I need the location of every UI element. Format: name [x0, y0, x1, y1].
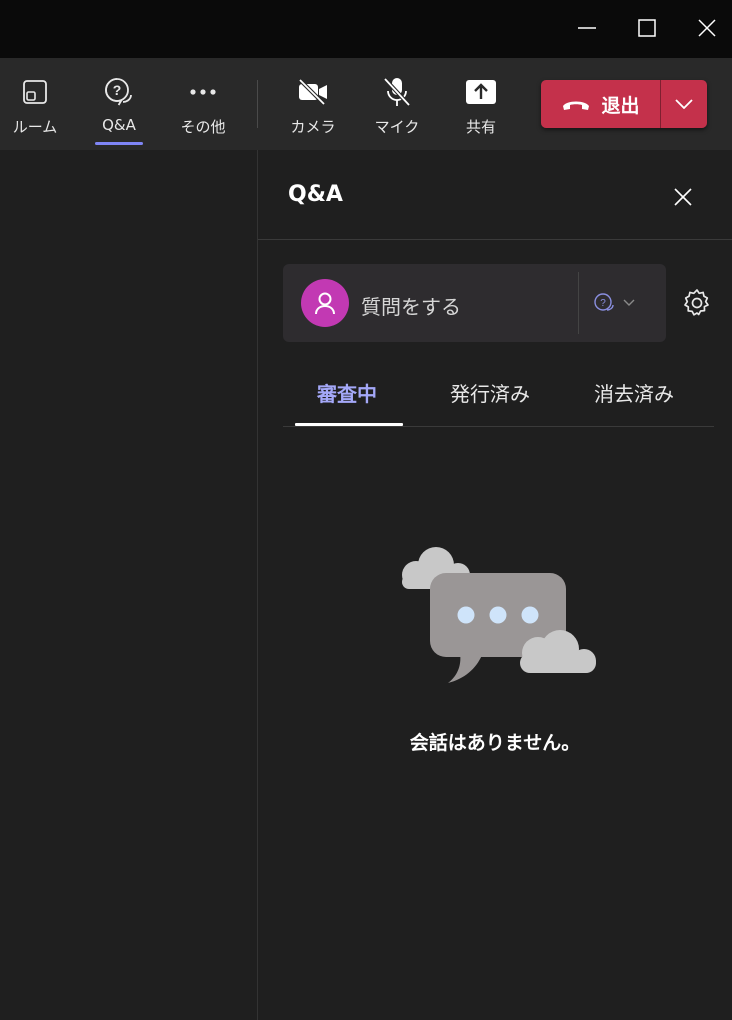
mic-label: マイク [374, 118, 420, 136]
panel-close-button[interactable] [666, 180, 700, 214]
empty-conversation-illustration [402, 547, 596, 683]
tab-pending[interactable]: 審査中 [317, 378, 377, 407]
leave-label: 退出 [601, 94, 640, 117]
qa-panel: Q&A 質問をする ? 審査中 発行済み 消去済み 会話はありません。 [258, 150, 732, 1020]
close-icon [674, 188, 692, 206]
question-bubble-icon: ? [594, 293, 614, 311]
svg-text:?: ? [113, 82, 122, 98]
settings-button[interactable] [681, 287, 713, 319]
title-bar [0, 0, 732, 58]
svg-text:?: ? [600, 298, 606, 309]
tab-dismissed[interactable]: 消去済み [594, 378, 674, 407]
more-icon [190, 89, 216, 95]
camera-label: カメラ [290, 118, 336, 136]
room-icon [23, 80, 47, 104]
more-label: その他 [180, 118, 226, 136]
mic-off-icon [383, 77, 411, 107]
share-label: 共有 [465, 118, 496, 136]
gear-icon [684, 289, 709, 316]
qa-label: Q&A [102, 116, 136, 134]
more-button[interactable]: その他 [173, 58, 233, 150]
panel-header: Q&A [258, 150, 732, 240]
room-button[interactable]: ルーム [5, 58, 65, 150]
room-label: ルーム [12, 118, 58, 136]
meeting-toolbar: ルーム ? Q&A その他 カメラ マイク 共有 退出 [0, 58, 732, 150]
tab-published[interactable]: 発行済み [450, 378, 530, 407]
qa-icon: ? [105, 78, 132, 106]
close-icon [698, 19, 716, 37]
hang-up-icon [563, 101, 590, 110]
chevron-down-icon [675, 99, 693, 109]
toolbar-divider [257, 80, 258, 128]
ask-box-separator [578, 272, 579, 334]
window-close-button[interactable] [687, 8, 727, 48]
camera-off-icon [298, 78, 327, 106]
qa-button[interactable]: ? Q&A [89, 58, 149, 150]
share-button[interactable]: 共有 [451, 58, 511, 150]
leave-options-button[interactable] [661, 80, 707, 128]
empty-state-message: 会話はありません。 [409, 732, 581, 754]
active-tab-indicator [295, 423, 403, 426]
active-tool-indicator [95, 142, 143, 145]
mic-button[interactable]: マイク [367, 58, 427, 150]
chevron-down-icon [623, 299, 635, 306]
maximize-button[interactable] [627, 8, 667, 48]
maximize-icon [638, 19, 656, 37]
meeting-stage [0, 150, 257, 1020]
minimize-icon [578, 27, 596, 29]
question-type-dropdown[interactable]: ? [593, 288, 653, 318]
leave-button[interactable]: 退出 [541, 80, 707, 128]
share-screen-icon [466, 80, 496, 104]
question-tabs: 審査中 発行済み 消去済み [283, 362, 714, 427]
panel-title: Q&A [288, 182, 343, 207]
ask-question-box[interactable]: 質問をする ? [283, 264, 666, 342]
minimize-button[interactable] [567, 8, 607, 48]
avatar [301, 279, 349, 327]
ask-question-input[interactable]: 質問をする [361, 291, 461, 320]
camera-button[interactable]: カメラ [283, 58, 343, 150]
leave-main-button[interactable]: 退出 [541, 80, 660, 128]
person-icon [315, 292, 335, 315]
